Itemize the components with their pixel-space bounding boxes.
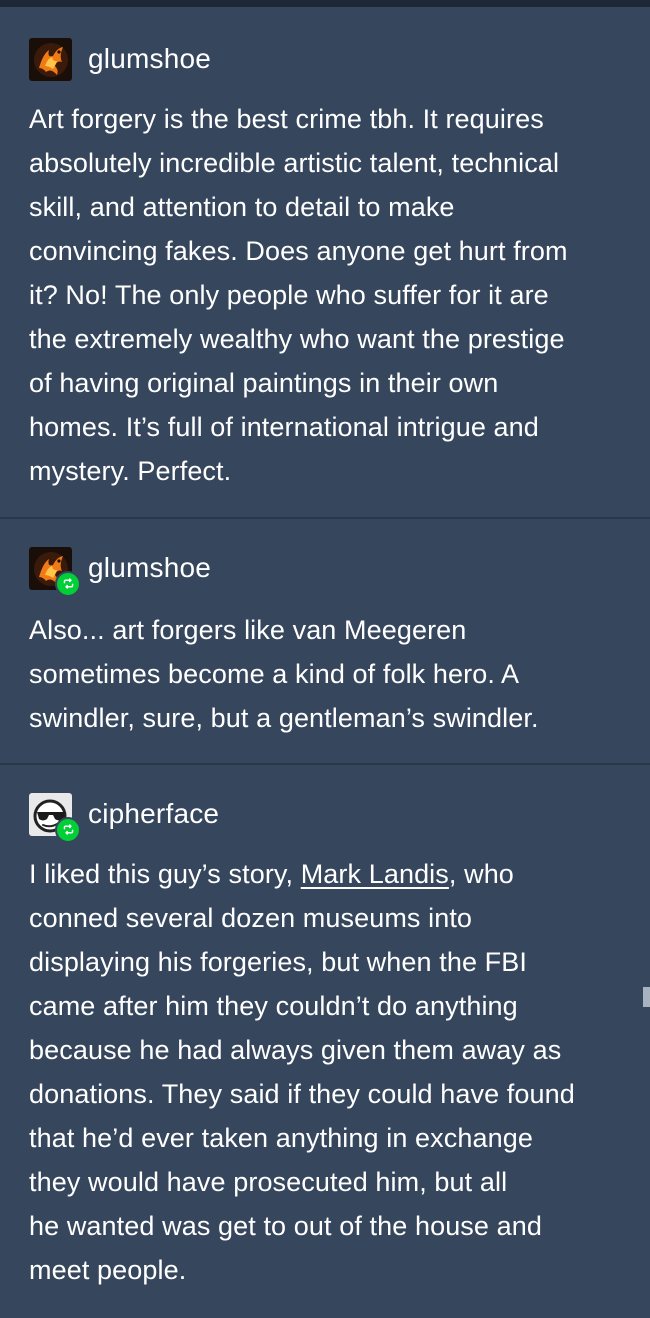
- mark-landis-link[interactable]: Mark Landis: [301, 859, 449, 889]
- post-text-line: sometimes become a kind of folk hero. A: [29, 659, 520, 689]
- post-text-line: Art forgery is the best crime tbh. It re…: [29, 104, 544, 134]
- post-text-line: homes. It’s full of international intrig…: [29, 412, 539, 442]
- post-text-line: skill, and attention to detail to make: [29, 192, 455, 222]
- post-header: glumshoe: [29, 37, 211, 81]
- username[interactable]: cipherface: [88, 798, 219, 830]
- post-text-line: displaying his forgeries, but when the F…: [29, 947, 527, 977]
- post-text-line: it? No! The only people who suffer for i…: [29, 280, 549, 310]
- post-reblog: cipherface I liked this guy’s story, Mar…: [0, 764, 650, 1318]
- post-text-line: the extremely wealthy who want the prest…: [29, 324, 565, 354]
- post-text-line: he wanted was get to out of the house an…: [29, 1211, 542, 1241]
- post-text-line: they would have prosecuted him, but all: [29, 1167, 508, 1197]
- post-text-line: conned several dozen museums into: [29, 903, 473, 933]
- reblog-icon: [55, 816, 81, 843]
- post-text-line: donations. They said if they could have …: [29, 1079, 575, 1109]
- username[interactable]: glumshoe: [88, 552, 211, 584]
- post-text-line: convincing fakes. Does anyone get hurt f…: [29, 236, 568, 266]
- fiery-phoenix-icon: [29, 37, 72, 81]
- post-text-line: because he had always given them away as: [29, 1035, 562, 1065]
- avatar[interactable]: [29, 792, 81, 843]
- post-text-line: I liked this guy’s story, Mark Landis, w…: [29, 852, 635, 896]
- post-body: Art forgery is the best crime tbh. It re…: [29, 97, 635, 493]
- post-body: Also... art forgers like van Meegeren so…: [29, 608, 635, 740]
- avatar[interactable]: [29, 546, 81, 597]
- post-text-line: absolutely incredible artistic talent, t…: [29, 148, 560, 178]
- post-text-line: that he’d ever taken anything in exchang…: [29, 1123, 533, 1153]
- avatar[interactable]: [29, 37, 72, 81]
- top-bar: [0, 0, 650, 7]
- post-text-fragment: , who: [448, 859, 514, 889]
- username[interactable]: glumshoe: [88, 43, 211, 75]
- post-text-line: mystery. Perfect.: [29, 456, 232, 486]
- post-body: I liked this guy’s story, Mark Landis, w…: [29, 852, 635, 1292]
- post-text-line: came after him they couldn’t do anything: [29, 991, 518, 1021]
- post-text-line: Also... art forgers like van Meegeren: [29, 615, 467, 645]
- scrollbar-thumb[interactable]: [643, 987, 650, 1007]
- post-original: glumshoe Art forgery is the best crime t…: [0, 7, 650, 518]
- reblog-icon: [55, 570, 81, 597]
- post-reblog: glumshoe Also... art forgers like van Me…: [0, 518, 650, 764]
- post-header: glumshoe: [29, 546, 211, 597]
- post-text-line: of having original paintings in their ow…: [29, 368, 499, 398]
- post-text-line: meet people.: [29, 1255, 187, 1285]
- post-text-fragment: I liked this guy’s story,: [29, 859, 301, 889]
- post-header: cipherface: [29, 792, 219, 843]
- post-text-line: swindler, sure, but a gentleman’s swindl…: [29, 703, 539, 733]
